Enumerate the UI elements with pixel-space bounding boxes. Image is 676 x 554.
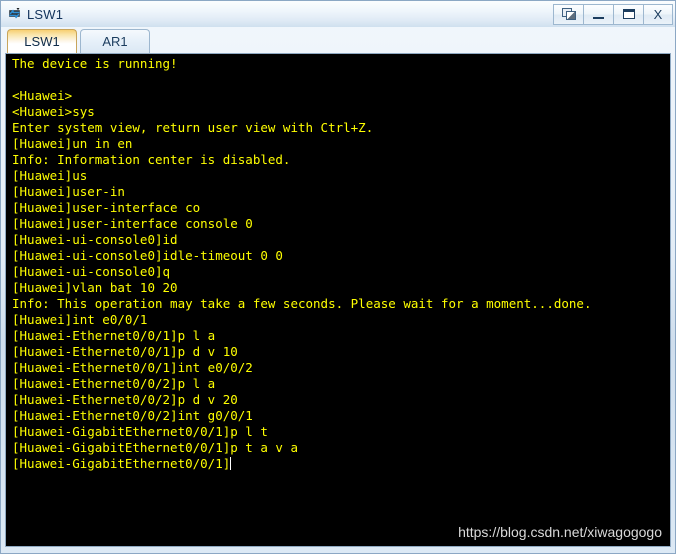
terminal-line: [Huawei-Ethernet0/0/2]p d v 20 (12, 392, 238, 407)
console-window: LSW1 X LSW1 AR1 The device is running! <… (0, 0, 676, 554)
restore-icon (561, 8, 576, 20)
terminal-line: Info: This operation may take a few seco… (12, 296, 592, 311)
restore-button[interactable] (553, 3, 583, 25)
terminal-output[interactable]: The device is running! <Huawei> <Huawei>s… (6, 54, 670, 546)
terminal-line: [Huawei-ui-console0]idle-timeout 0 0 (12, 248, 283, 263)
terminal-line: [Huawei-Ethernet0/0/1]p d v 10 (12, 344, 238, 359)
tab-lsw1-label: LSW1 (24, 34, 60, 49)
terminal-panel[interactable]: The device is running! <Huawei> <Huawei>s… (5, 53, 671, 547)
tab-bar: LSW1 AR1 (1, 27, 675, 53)
tab-lsw1[interactable]: LSW1 (7, 29, 77, 53)
window-title: LSW1 (27, 6, 64, 22)
window-controls: X (553, 3, 673, 25)
terminal-line: Info: Information center is disabled. (12, 152, 291, 167)
maximize-button[interactable] (613, 3, 643, 25)
terminal-line: [Huawei-GigabitEthernet0/0/1] (12, 456, 232, 471)
terminal-line: [Huawei-GigabitEthernet0/0/1]p t a v a (12, 440, 298, 455)
terminal-line: [Huawei-ui-console0]id (12, 232, 178, 247)
minimize-icon (593, 16, 604, 19)
terminal-line: [Huawei-Ethernet0/0/2]p l a (12, 376, 216, 391)
switch-device-icon (7, 6, 23, 22)
terminal-line: <Huawei>sys (12, 104, 95, 119)
tab-ar1[interactable]: AR1 (80, 29, 150, 53)
terminal-line: [Huawei]user-interface console 0 (12, 216, 253, 231)
terminal-line: [Huawei]user-interface co (12, 200, 201, 215)
terminal-line: [Huawei]user-in (12, 184, 125, 199)
terminal-line: [Huawei]us (12, 168, 88, 183)
terminal-line: The device is running! (12, 56, 178, 71)
terminal-line: [Huawei-Ethernet0/0/1]p l a (12, 328, 216, 343)
maximize-icon (622, 9, 635, 19)
close-button[interactable]: X (643, 3, 673, 25)
terminal-line: <Huawei> (12, 88, 73, 103)
terminal-line: Enter system view, return user view with… (12, 120, 374, 135)
minimize-button[interactable] (583, 3, 613, 25)
terminal-line: [Huawei]un in en (12, 136, 133, 151)
tab-ar1-label: AR1 (102, 34, 128, 49)
close-icon: X (653, 6, 663, 22)
text-cursor (230, 457, 232, 470)
terminal-line: [Huawei-Ethernet0/0/2]int g0/0/1 (12, 408, 253, 423)
terminal-line: [Huawei-ui-console0]q (12, 264, 171, 279)
terminal-line: [Huawei-GigabitEthernet0/0/1]p l t (12, 424, 268, 439)
title-bar: LSW1 X (1, 1, 675, 27)
terminal-line: [Huawei]vlan bat 10 20 (12, 280, 178, 295)
terminal-line: [Huawei]int e0/0/1 (12, 312, 148, 327)
terminal-line: [Huawei-Ethernet0/0/1]int e0/0/2 (12, 360, 253, 375)
